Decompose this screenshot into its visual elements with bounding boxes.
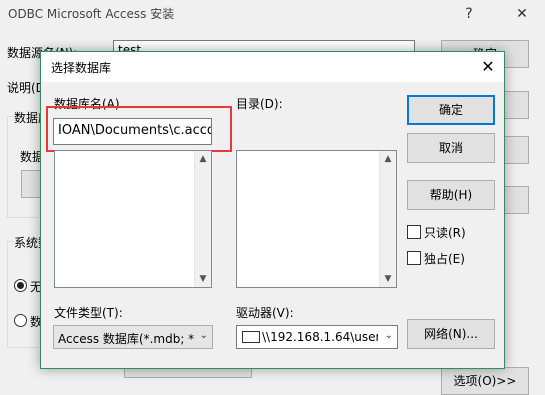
help-button[interactable]: 帮助(H) — [407, 180, 495, 210]
dir-scroll-down-icon[interactable]: ▼ — [380, 271, 396, 287]
drive-value: \\192.168.1.64\users — [262, 330, 378, 344]
radio-database[interactable] — [14, 314, 27, 327]
drive-label: 驱动器(V): — [236, 306, 294, 320]
readonly-label: 只读(R) — [424, 226, 466, 240]
directory-label: 目录(D): — [236, 97, 283, 111]
file-type-select[interactable]: Access 数据库(*.mdb; *. ⌄ — [53, 325, 213, 349]
file-list-scrollbar[interactable]: ▲ ▼ — [194, 151, 211, 287]
database-group — [7, 116, 38, 218]
drive-chevron-down-icon: ⌄ — [384, 330, 393, 341]
select-database-dialog: 选择数据库 ✕ 数据库名(A) IOAN\Documents\c.accdb ▲… — [40, 51, 505, 369]
dialog-close-icon[interactable]: ✕ — [476, 55, 500, 79]
radio-none[interactable] — [14, 279, 27, 292]
help-title-button[interactable]: ? — [452, 0, 486, 28]
file-type-label: 文件类型(T): — [54, 306, 123, 320]
background-select-button[interactable] — [21, 170, 41, 198]
close-window-button[interactable]: ✕ — [505, 0, 539, 28]
background-button-3[interactable] — [503, 136, 529, 164]
file-type-value: Access 数据库(*.mdb; *. — [58, 332, 194, 346]
dialog-titlebar: 选择数据库 ✕ — [41, 52, 504, 82]
readonly-checkbox[interactable] — [407, 225, 421, 239]
cancel-button[interactable]: 取消 — [407, 133, 495, 163]
network-drive-icon — [242, 331, 260, 343]
background-button-4[interactable] — [503, 186, 529, 214]
file-type-chevron-down-icon: ⌄ — [199, 330, 208, 341]
file-listbox[interactable]: ▲ ▼ — [54, 150, 212, 288]
directory-listbox[interactable]: ▲ ▼ — [236, 150, 397, 288]
drive-select[interactable]: \\192.168.1.64\users ⌄ — [236, 325, 398, 349]
exclusive-label: 独占(E) — [424, 252, 465, 266]
options-button[interactable]: 选项(O)>> — [441, 367, 529, 395]
highlight-box — [46, 106, 232, 152]
dialog-title: 选择数据库 — [51, 61, 112, 75]
scroll-up-icon[interactable]: ▲ — [195, 151, 211, 167]
exclusive-checkbox[interactable] — [407, 251, 421, 265]
dir-scroll-up-icon[interactable]: ▲ — [380, 151, 396, 167]
directory-scrollbar[interactable]: ▲ ▼ — [379, 151, 396, 287]
network-button[interactable]: 网络(N)... — [407, 319, 495, 349]
scroll-down-icon[interactable]: ▼ — [195, 271, 211, 287]
ok-button[interactable]: 确定 — [407, 95, 495, 125]
window-title: ODBC Microsoft Access 安装 — [8, 7, 175, 21]
background-button-2[interactable] — [503, 91, 529, 119]
